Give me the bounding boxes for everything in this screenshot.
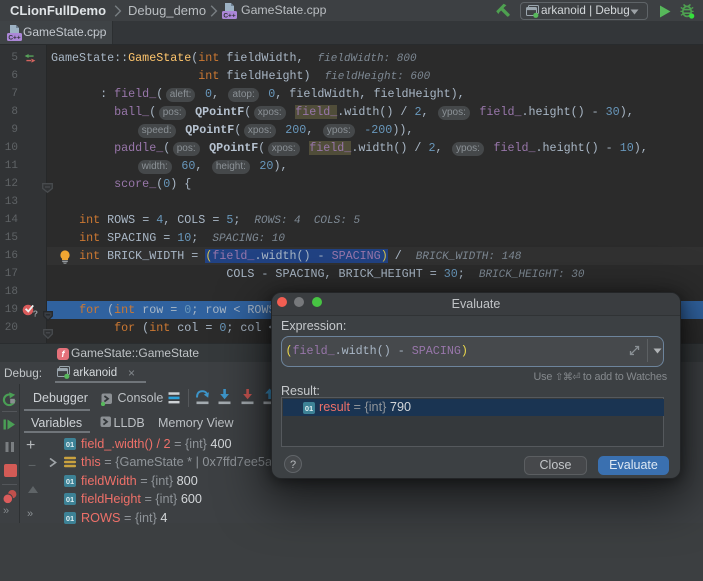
svg-text:01: 01 <box>66 495 74 504</box>
svg-text:01: 01 <box>66 514 74 523</box>
svg-text:C++: C++ <box>8 34 20 41</box>
svg-text:01: 01 <box>305 404 313 413</box>
svg-text:?: ? <box>33 309 38 319</box>
svg-text:C++: C++ <box>223 12 235 19</box>
svg-text:01: 01 <box>66 440 74 449</box>
svg-text:01: 01 <box>66 477 74 486</box>
